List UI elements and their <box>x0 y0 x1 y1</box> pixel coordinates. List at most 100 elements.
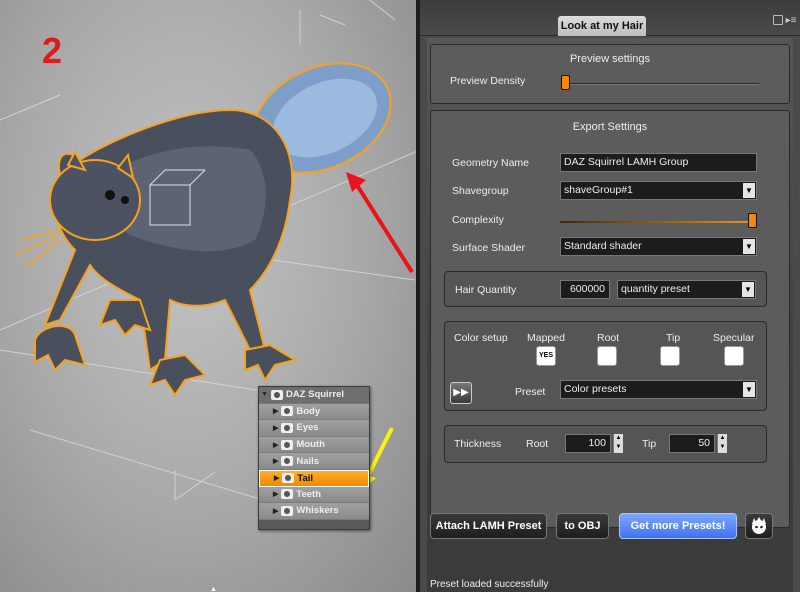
panel-content: Preview settings Preview Density Export … <box>427 38 793 592</box>
node-icon <box>282 473 295 484</box>
hair-quantity-label: Hair Quantity <box>455 284 517 296</box>
node-icon <box>281 406 294 417</box>
play-forward-button[interactable]: ▶▶ <box>450 382 472 404</box>
chevron-down-icon[interactable]: ▼ <box>743 239 755 254</box>
complexity-track[interactable] <box>560 221 750 223</box>
viewport-scroll-up-icon[interactable]: ▲ <box>210 586 218 592</box>
color-setup-label: Color setup <box>454 332 508 344</box>
surface-shader-label: Surface Shader <box>452 242 525 254</box>
node-icon <box>281 489 294 500</box>
status-message: Preset loaded successfully <box>430 579 549 590</box>
specular-label: Specular <box>713 332 755 344</box>
tree-item-label: Whiskers <box>296 505 339 517</box>
collapse-triangle-icon[interactable]: ▼ <box>261 391 268 398</box>
color-preset-value: Color presets <box>564 383 627 395</box>
complexity-slider[interactable] <box>748 213 757 228</box>
tip-color-checkbox[interactable] <box>660 346 680 366</box>
section-title: Export Settings <box>572 121 648 133</box>
tree-item-label: Mouth <box>296 439 325 451</box>
spin-down-icon: ▼ <box>615 444 622 450</box>
shavegroup-value: shaveGroup#1 <box>564 184 633 196</box>
surface-shader-select[interactable]: Standard shader ▼ <box>560 237 757 256</box>
tab-strip: Look at my Hair ▸≡ <box>420 0 800 36</box>
hair-quantity-group: Hair Quantity 600000 quantity preset ▼ <box>444 271 767 307</box>
attach-lamh-preset-button[interactable]: Attach LAMH Preset <box>430 513 547 539</box>
shavegroup-label: Shavegroup <box>452 185 509 197</box>
tree-item-teeth[interactable]: ▶ Teeth <box>259 486 369 504</box>
tree-item-mouth[interactable]: ▶ Mouth <box>259 436 369 454</box>
export-settings-section: Export Settings Geometry Name DAZ Squirr… <box>430 110 790 528</box>
quantity-preset-select[interactable]: quantity preset ▼ <box>617 280 756 299</box>
tree-item-eyes[interactable]: ▶ Eyes <box>259 420 369 437</box>
spin-up-icon: ▲ <box>719 435 726 441</box>
figure-icon <box>270 389 283 400</box>
3d-viewport[interactable]: 2 ▼ DAZ Squirrel ▶ Body ▶ Eyes ▶ Mouth ▶… <box>0 0 416 592</box>
tree-item-label: Nails <box>296 455 320 467</box>
thickness-label: Thickness <box>454 438 502 450</box>
hair-quantity-input[interactable]: 600000 <box>560 280 610 299</box>
tree-root-item[interactable]: ▼ DAZ Squirrel <box>259 387 369 404</box>
section-title: Preview settings <box>569 53 651 65</box>
color-preset-select[interactable]: Color presets ▼ <box>560 380 757 399</box>
tree-item-label: Body <box>296 405 321 417</box>
chevron-down-icon[interactable]: ▼ <box>742 282 754 297</box>
node-icon <box>281 422 294 433</box>
expand-triangle-icon[interactable]: ▶ <box>273 507 278 515</box>
expand-triangle-icon[interactable]: ▶ <box>273 441 278 449</box>
thickness-tip-input[interactable]: 50 <box>669 434 715 453</box>
specular-checkbox[interactable] <box>724 346 744 366</box>
lamh-panel: Look at my Hair ▸≡ Preview settings Prev… <box>420 0 800 592</box>
spin-down-icon: ▼ <box>719 444 726 450</box>
tree-item-whiskers[interactable]: ▶ Whiskers <box>259 503 369 520</box>
expand-triangle-icon[interactable]: ▶ <box>273 457 278 465</box>
preview-density-label: Preview Density <box>450 75 526 87</box>
tree-root-label: DAZ Squirrel <box>285 389 344 401</box>
lamh-logo-button[interactable] <box>745 513 773 539</box>
tree-item-label: Teeth <box>296 488 322 500</box>
expand-triangle-icon[interactable]: ▶ <box>274 474 279 482</box>
spin-up-icon: ▲ <box>615 435 622 441</box>
tab-look-at-my-hair[interactable]: Look at my Hair <box>558 16 646 36</box>
close-icon[interactable] <box>773 15 783 25</box>
tree-item-nails[interactable]: ▶ Nails <box>259 453 369 470</box>
expand-triangle-icon[interactable]: ▶ <box>273 407 278 415</box>
red-arrow-icon <box>346 172 414 274</box>
quantity-preset-value: quantity preset <box>621 283 690 295</box>
thickness-tip-stepper[interactable]: ▲ ▼ <box>717 434 727 453</box>
preview-settings-section: Preview settings Preview Density <box>430 44 790 104</box>
root-color-checkbox[interactable] <box>597 346 617 366</box>
mapped-label: Mapped <box>527 332 565 344</box>
shavegroup-select[interactable]: shaveGroup#1 ▼ <box>560 181 757 200</box>
chevron-down-icon[interactable]: ▼ <box>743 382 755 397</box>
panel-menu-icon[interactable]: ▸≡ <box>784 14 798 28</box>
tree-item-label: Tail <box>297 472 314 484</box>
tree-item-label: Eyes <box>296 422 319 434</box>
thickness-root-stepper[interactable]: ▲ ▼ <box>613 434 623 453</box>
surface-shader-value: Standard shader <box>564 240 642 252</box>
node-icon <box>281 439 294 450</box>
tip-color-label: Tip <box>666 332 681 344</box>
root-color-label: Root <box>597 332 620 344</box>
lamh-logo-icon <box>752 517 766 534</box>
thickness-root-input[interactable]: 100 <box>565 434 611 453</box>
geometry-name-input[interactable]: DAZ Squirrel LAMH Group <box>560 153 757 172</box>
to-obj-button[interactable]: to OBJ <box>556 513 609 539</box>
complexity-label: Complexity <box>452 214 504 226</box>
chevron-down-icon[interactable]: ▼ <box>743 183 755 198</box>
mapped-checkbox[interactable]: YES <box>536 346 556 366</box>
scene-tree[interactable]: ▼ DAZ Squirrel ▶ Body ▶ Eyes ▶ Mouth ▶ N… <box>258 386 370 530</box>
thickness-root-label: Root <box>526 438 549 450</box>
node-icon <box>281 456 294 467</box>
expand-triangle-icon[interactable]: ▶ <box>273 424 278 432</box>
geometry-name-label: Geometry Name <box>452 157 530 169</box>
get-more-presets-button[interactable]: Get more Presets! <box>619 513 737 539</box>
tree-item-tail[interactable]: ▶ Tail <box>259 469 369 487</box>
expand-triangle-icon[interactable]: ▶ <box>273 490 278 498</box>
preview-density-slider[interactable] <box>561 75 570 90</box>
preview-density-track[interactable] <box>561 83 759 85</box>
tree-item-body[interactable]: ▶ Body <box>259 403 369 421</box>
node-icon <box>281 505 294 516</box>
step-number: 2 <box>42 30 63 71</box>
preset-label: Preset <box>515 386 546 398</box>
thickness-tip-label: Tip <box>642 438 657 450</box>
